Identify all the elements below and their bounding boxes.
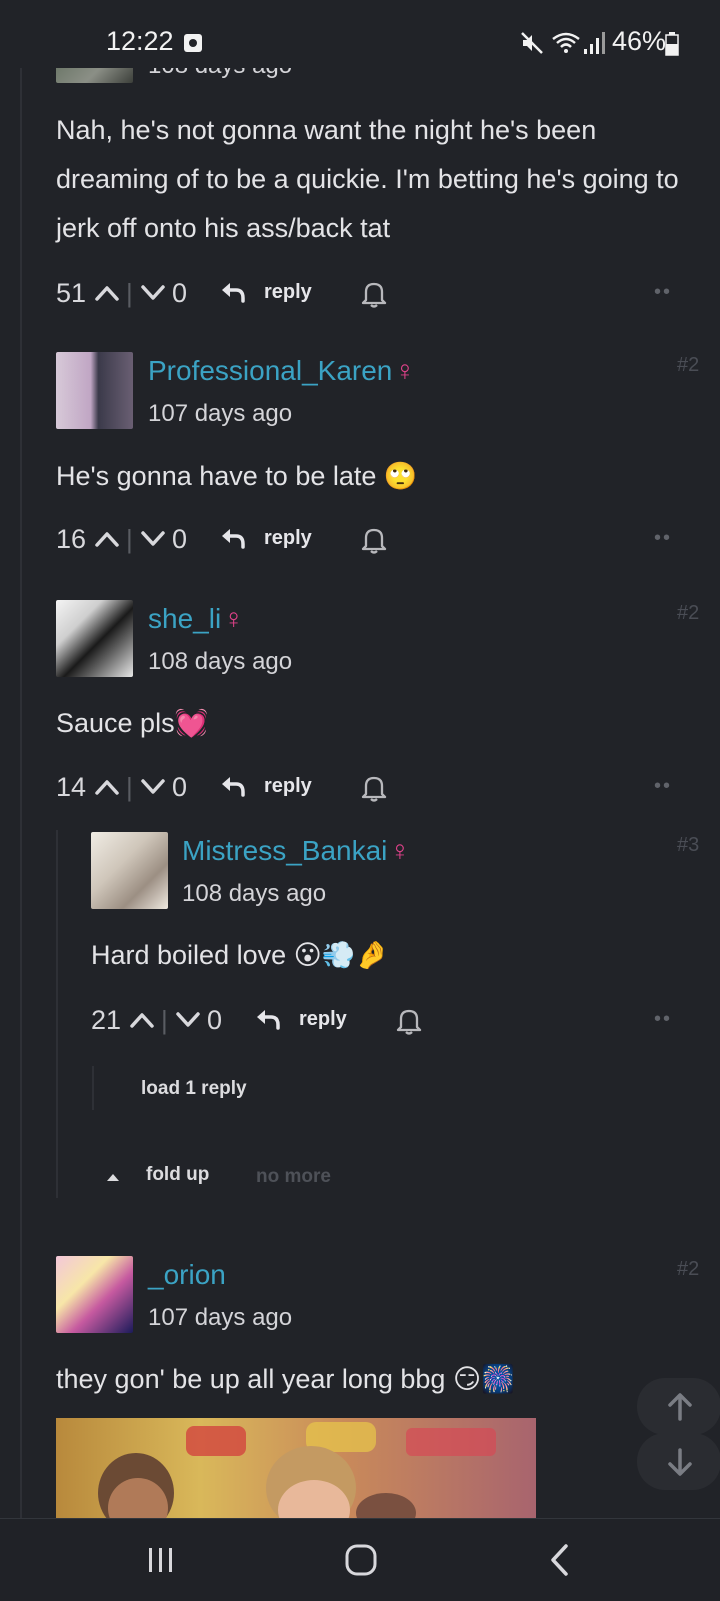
upvote-count: 51	[56, 278, 87, 308]
arrow-up-icon	[668, 1393, 692, 1421]
more-options-icon[interactable]: ••	[654, 775, 672, 798]
reply-button[interactable]: reply	[299, 1008, 347, 1031]
upvote-count: 14	[56, 772, 87, 802]
load-replies-button[interactable]: load 1 reply	[141, 1078, 247, 1100]
battery-icon	[665, 32, 679, 56]
bell-icon[interactable]	[394, 1005, 424, 1035]
avatar[interactable]	[56, 352, 133, 429]
fold-up-icon[interactable]	[106, 1172, 120, 1182]
avatar[interactable]	[91, 832, 168, 909]
downvote-count: 0	[172, 278, 188, 308]
system-navigation-bar	[0, 1518, 720, 1601]
vote-separator: |	[126, 772, 133, 802]
more-options-icon[interactable]: ••	[654, 1008, 672, 1031]
status-bar: 12:22 46%	[0, 0, 720, 68]
comment-actions: 16 | 0 reply ••	[56, 524, 696, 564]
female-icon: ♀	[223, 603, 245, 634]
username[interactable]: Professional_Karen♀	[148, 355, 415, 387]
username[interactable]: Mistress_Bankai♀	[182, 835, 410, 867]
floor-number: #2	[677, 354, 700, 376]
comment-text: Hard boiled love 😮💨🤌	[91, 940, 390, 970]
bell-icon[interactable]	[359, 524, 389, 554]
fold-up-button[interactable]: fold up	[146, 1164, 209, 1186]
comment-actions: 51 | 0 reply ••	[56, 278, 696, 318]
upvote-icon[interactable]	[129, 1009, 155, 1031]
more-options-icon[interactable]: ••	[654, 281, 672, 304]
comment-time: 108 days ago	[182, 880, 327, 907]
no-more-label: no more	[256, 1166, 331, 1187]
downvote-icon[interactable]	[140, 776, 166, 798]
comment-text: He's gonna have to be late 🙄	[56, 461, 418, 491]
battery-percent: 46%	[612, 26, 667, 56]
upvote-count: 21	[91, 1005, 122, 1035]
comment-time: 108 days ago	[148, 648, 293, 675]
comment-actions: 21 | 0 reply ••	[91, 1005, 696, 1045]
upvote-icon[interactable]	[94, 776, 120, 798]
username[interactable]: _orion	[148, 1259, 226, 1291]
downvote-icon[interactable]	[140, 528, 166, 550]
comment-text: Nah, he's not gonna want the night he's …	[56, 115, 679, 243]
scroll-up-button[interactable]	[637, 1378, 720, 1435]
downvote-count: 0	[172, 524, 188, 554]
recent-apps-icon[interactable]	[146, 1545, 176, 1575]
reply-icon[interactable]	[220, 526, 246, 550]
comment-image[interactable]	[56, 1418, 536, 1518]
arrow-down-icon	[668, 1448, 692, 1476]
thread-line	[20, 68, 22, 1518]
vote-separator: |	[126, 278, 133, 308]
signal-icon	[584, 32, 605, 54]
reply-button[interactable]: reply	[264, 775, 312, 798]
scroll-down-button[interactable]	[637, 1433, 720, 1490]
downvote-count: 0	[172, 772, 188, 802]
avatar[interactable]	[56, 600, 133, 677]
nested-thread-line	[56, 830, 58, 1198]
floor-number: #3	[677, 834, 700, 856]
upvote-count: 16	[56, 524, 87, 554]
female-icon: ♀	[389, 835, 411, 866]
reply-button[interactable]: reply	[264, 527, 312, 550]
wifi-icon	[552, 32, 580, 53]
downvote-icon[interactable]	[140, 282, 166, 304]
username[interactable]: she_li♀	[148, 603, 244, 635]
comment-text: they gon' be up all year long bbg 😏🎆	[56, 1364, 515, 1394]
reply-icon[interactable]	[220, 774, 246, 798]
bell-icon[interactable]	[359, 278, 389, 308]
bell-icon[interactable]	[359, 772, 389, 802]
upvote-icon[interactable]	[94, 528, 120, 550]
back-icon[interactable]	[548, 1543, 572, 1577]
female-icon: ♀	[394, 355, 416, 386]
downvote-icon[interactable]	[175, 1009, 201, 1031]
comment-time: 107 days ago	[148, 1304, 293, 1331]
comment-text: Sauce pls💓	[56, 708, 209, 738]
vote-separator: |	[126, 524, 133, 554]
comment-actions: 14 | 0 reply ••	[56, 772, 696, 812]
comment-time: 107 days ago	[148, 400, 293, 427]
clock: 12:22	[106, 26, 174, 56]
sub-thread-line	[92, 1066, 94, 1110]
avatar[interactable]	[56, 1256, 133, 1333]
floor-number: #2	[677, 1258, 700, 1280]
home-icon[interactable]	[344, 1543, 378, 1577]
more-options-icon[interactable]: ••	[654, 527, 672, 550]
upvote-icon[interactable]	[94, 282, 120, 304]
floor-number: #2	[677, 602, 700, 624]
reply-icon[interactable]	[255, 1007, 281, 1031]
mute-icon	[521, 32, 543, 54]
reply-icon[interactable]	[220, 280, 246, 304]
downvote-count: 0	[207, 1005, 223, 1035]
vote-separator: |	[161, 1005, 168, 1035]
screen-record-icon	[184, 34, 202, 52]
reply-button[interactable]: reply	[264, 281, 312, 304]
